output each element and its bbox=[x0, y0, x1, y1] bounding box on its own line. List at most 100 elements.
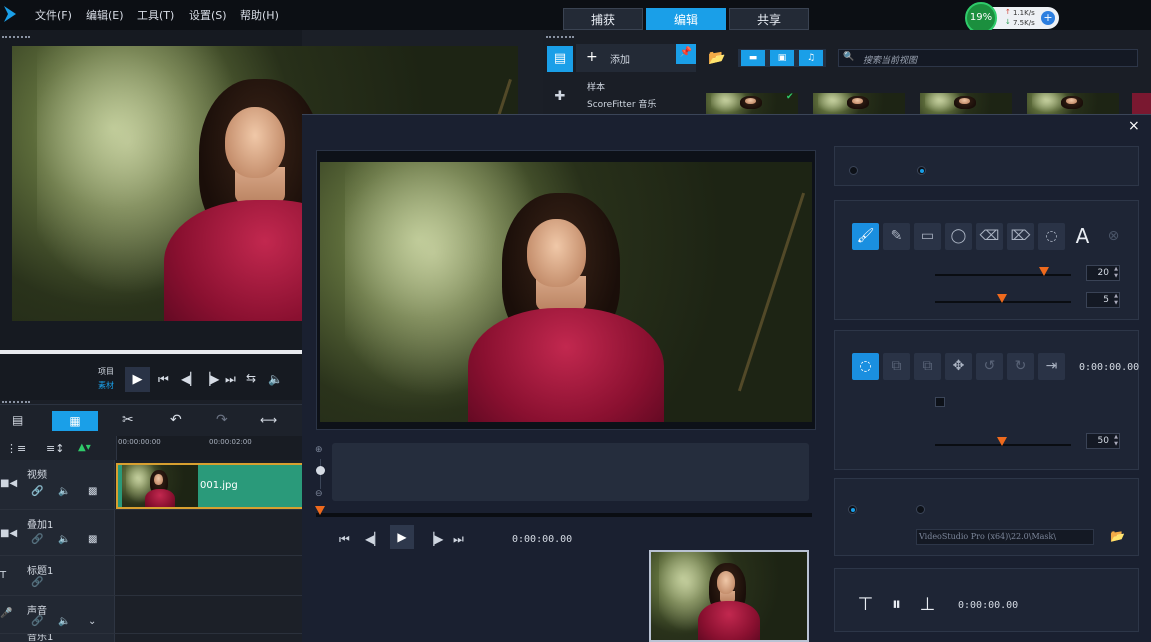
brush-icon[interactable]: 🖌 bbox=[852, 223, 879, 250]
menu-tools[interactable]: 工具(T) bbox=[137, 7, 174, 23]
brush-size-knob[interactable] bbox=[1039, 267, 1049, 276]
zoom-out-icon[interactable]: ⊖ bbox=[315, 489, 323, 499]
library-thumbnail[interactable] bbox=[813, 93, 905, 115]
close-button[interactable]: × bbox=[1128, 118, 1140, 134]
grid-icon[interactable]: ▩ bbox=[88, 534, 97, 545]
tools-icon[interactable]: ✂ bbox=[122, 412, 134, 428]
browse-folder-icon[interactable]: 📂 bbox=[1110, 529, 1125, 543]
split-icon[interactable]: ⏸ bbox=[883, 591, 910, 618]
copy-mask-icon[interactable]: ⧉ bbox=[883, 353, 910, 380]
link-icon[interactable]: 🔗 bbox=[31, 486, 43, 497]
timeline-view-icon[interactable]: ▦ bbox=[52, 411, 98, 431]
save-option-radio-2[interactable] bbox=[916, 505, 925, 514]
step-back-icon[interactable]: ◀▏ bbox=[181, 372, 199, 386]
menu-settings[interactable]: 设置(S) bbox=[189, 7, 227, 23]
move-icon[interactable]: ✥ bbox=[945, 353, 972, 380]
tolerance-knob[interactable] bbox=[997, 294, 1007, 303]
set-end-icon[interactable]: ⊥ bbox=[914, 591, 941, 618]
boost-button[interactable]: + bbox=[1041, 11, 1055, 25]
add-folder-button[interactable]: 添加 bbox=[610, 51, 630, 66]
save-path-input[interactable]: VideoStudio Pro (x64)\22.0\Mask\ bbox=[916, 529, 1094, 545]
step-forward-icon[interactable]: ▕▶ bbox=[201, 372, 219, 386]
instant-project-icon[interactable]: ✚ bbox=[547, 84, 573, 110]
skip-end-icon[interactable]: ⏭ bbox=[225, 372, 236, 387]
track-object-icon[interactable]: ◌ bbox=[852, 353, 879, 380]
project-mode-label[interactable]: 项目 bbox=[98, 366, 114, 377]
grid-icon[interactable]: ▩ bbox=[88, 486, 97, 497]
mask-timecode[interactable]: 0:00:00.00 bbox=[512, 534, 572, 545]
library-thumbnail[interactable] bbox=[1132, 93, 1151, 115]
mask-timeline[interactable] bbox=[332, 443, 809, 501]
library-thumbnail[interactable] bbox=[706, 93, 798, 115]
track-manager-icon[interactable]: ⋮≡ bbox=[6, 442, 26, 455]
eraser-icon[interactable]: ⌫ bbox=[976, 223, 1003, 250]
text-icon[interactable]: A bbox=[1069, 223, 1096, 250]
add-icon[interactable]: + bbox=[586, 49, 598, 65]
mask-progress-bar[interactable] bbox=[316, 513, 812, 517]
mute-icon[interactable]: 🔈 bbox=[58, 534, 70, 545]
add-marker-icon[interactable]: ▲▾ bbox=[78, 442, 91, 453]
import-folder-icon[interactable]: 📂 bbox=[708, 50, 725, 66]
show-audio-icon[interactable]: ♫ bbox=[799, 50, 823, 66]
clear-icon[interactable]: ⊗ bbox=[1100, 223, 1127, 250]
mute-icon[interactable]: 🔈 bbox=[58, 616, 70, 627]
brush-size-input[interactable]: 20 bbox=[1086, 265, 1120, 281]
media-library-icon[interactable]: ▤ bbox=[547, 46, 573, 72]
track-value-input[interactable]: 50 bbox=[1086, 433, 1120, 449]
storyboard-view-icon[interactable]: ▤ bbox=[12, 413, 23, 427]
menu-file[interactable]: 文件(F) bbox=[35, 7, 72, 23]
undo-icon[interactable]: ↶ bbox=[170, 412, 182, 428]
pin-icon[interactable]: 📌 bbox=[676, 44, 696, 64]
save-option-radio-1[interactable] bbox=[848, 505, 857, 514]
step-back-icon[interactable]: ◀▏ bbox=[365, 532, 383, 546]
link-icon[interactable]: 🔗 bbox=[31, 616, 43, 627]
panel-grip[interactable] bbox=[2, 36, 30, 40]
tab-share[interactable]: 共享 bbox=[729, 8, 809, 30]
tab-capture[interactable]: 捕获 bbox=[563, 8, 643, 30]
skip-end-icon[interactable]: ⏭ bbox=[453, 532, 464, 547]
zoom-slider-knob[interactable] bbox=[316, 466, 325, 475]
link-icon[interactable]: 🔗 bbox=[31, 534, 43, 545]
link-icon[interactable]: 🔗 bbox=[31, 577, 43, 588]
tab-edit[interactable]: 编辑 bbox=[646, 8, 726, 30]
time-ruler[interactable]: 00:00:00:00 00:00:02:00 bbox=[116, 436, 302, 460]
player-scrubber[interactable] bbox=[0, 350, 302, 354]
play-icon[interactable]: ▶ bbox=[390, 525, 414, 549]
ellipse-icon[interactable]: ◯ bbox=[945, 223, 972, 250]
mask-type-radio-1[interactable] bbox=[849, 166, 858, 175]
brush-size-slider[interactable] bbox=[935, 274, 1071, 276]
chapter-icon[interactable]: ≡↕ bbox=[46, 442, 64, 455]
lasso-icon[interactable]: ◌ bbox=[1038, 223, 1065, 250]
repeat-icon[interactable]: ⇆ bbox=[246, 371, 256, 385]
library-folder-scorefitter[interactable]: ScoreFitter 音乐 bbox=[587, 97, 656, 110]
show-video-icon[interactable]: ▬ bbox=[741, 50, 765, 66]
volume-icon[interactable]: 🔈 bbox=[268, 372, 283, 386]
rectangle-icon[interactable]: ▭ bbox=[914, 223, 941, 250]
trim-timecode[interactable]: 0:00:00.00 bbox=[958, 600, 1018, 611]
smart-eraser-icon[interactable]: ⌦ bbox=[1007, 223, 1034, 250]
timeline-grip[interactable] bbox=[2, 401, 30, 405]
search-input[interactable]: 🔍 搜索当前视图 bbox=[838, 49, 1138, 67]
chevron-down-icon[interactable]: ⌄ bbox=[88, 616, 96, 627]
mute-icon[interactable]: 🔈 bbox=[58, 486, 70, 497]
mask-type-radio-2[interactable] bbox=[917, 166, 926, 175]
timeline-clip[interactable]: 001.jpg bbox=[116, 463, 302, 509]
redo-icon[interactable]: ↷ bbox=[216, 412, 228, 428]
menu-help[interactable]: 帮助(H) bbox=[240, 7, 279, 23]
step-forward-icon[interactable]: ▕▶ bbox=[425, 532, 443, 546]
smart-brush-icon[interactable]: ✎ bbox=[883, 223, 910, 250]
zoom-in-icon[interactable]: ⊕ bbox=[315, 445, 323, 455]
library-thumbnail[interactable] bbox=[1027, 93, 1119, 115]
skip-start-icon[interactable]: ⏮ bbox=[339, 532, 350, 547]
tolerance-input[interactable]: 5 bbox=[1086, 292, 1120, 308]
fit-project-icon[interactable]: ⟷ bbox=[260, 413, 277, 427]
clip-mode-label[interactable]: 素材 bbox=[98, 380, 114, 391]
library-thumbnail[interactable] bbox=[920, 93, 1012, 115]
rotate-right-icon[interactable]: ↻ bbox=[1007, 353, 1034, 380]
play-icon[interactable]: ▶ bbox=[125, 367, 150, 392]
library-folder-sample[interactable]: 样本 bbox=[587, 80, 605, 93]
track-slider-knob[interactable] bbox=[997, 437, 1007, 446]
mask-preview[interactable] bbox=[320, 162, 812, 422]
paste-mask-icon[interactable]: ⧉ bbox=[914, 353, 941, 380]
set-start-icon[interactable]: ⊤ bbox=[852, 591, 879, 618]
